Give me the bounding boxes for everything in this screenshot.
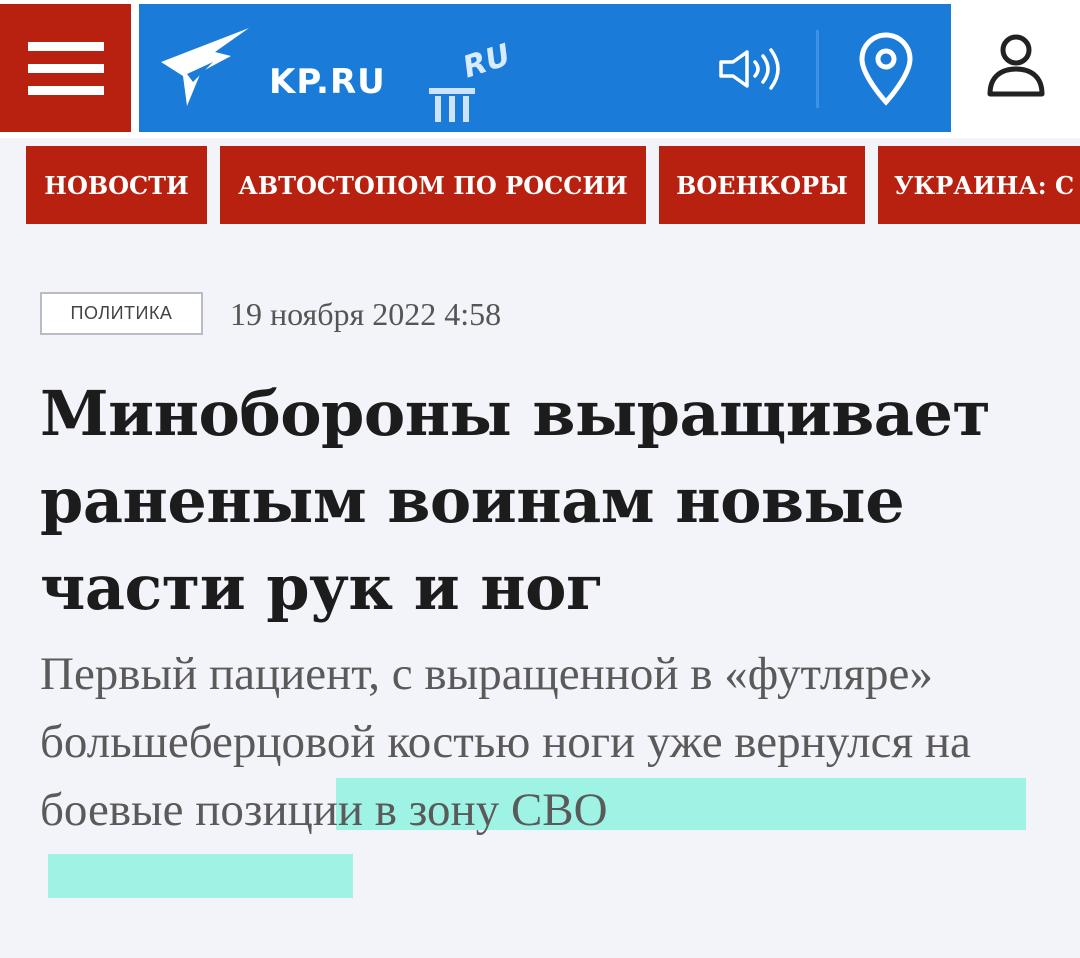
nav-item-ukraine[interactable]: УКРАИНА: С	[878, 146, 1080, 224]
menu-button[interactable]	[0, 4, 131, 132]
article-subtitle: Первый пациент, с выращенной в «футляре»…	[40, 648, 971, 836]
location-pin-icon[interactable]	[857, 32, 915, 106]
text-highlight	[48, 854, 353, 898]
menu-line	[27, 41, 104, 51]
category-tag[interactable]: ПОЛИТИКА	[40, 292, 203, 335]
menu-line	[27, 63, 104, 73]
publish-date: 19 ноября 2022 4:58	[230, 296, 502, 332]
swallow-icon	[161, 28, 249, 106]
logo-badge: RU	[458, 37, 515, 86]
site-logo[interactable]: KP.RU RU	[157, 22, 515, 122]
nav-item-hitchhiking[interactable]: АВТОСТОПОМ ПО РОССИИ	[220, 146, 646, 224]
nav-item-war-correspondents[interactable]: ВОЕНКОРЫ	[659, 146, 865, 224]
header-divider	[816, 30, 819, 108]
logo-text: KP.RU	[269, 62, 386, 102]
top-bar: KP.RU RU	[0, 0, 1080, 138]
user-icon[interactable]	[985, 32, 1047, 98]
nav-item-news[interactable]: НОВОСТИ	[26, 146, 207, 224]
brand-bar: KP.RU RU	[139, 4, 951, 132]
article-title: Минобороны выращивает раненым воинам нов…	[40, 377, 991, 624]
speaker-icon[interactable]	[717, 48, 783, 90]
menu-line	[27, 85, 104, 95]
section-nav: НОВОСТИ АВТОСТОПОМ ПО РОССИИ ВОЕНКОРЫ УК…	[0, 146, 1080, 226]
column-icon	[429, 88, 475, 122]
